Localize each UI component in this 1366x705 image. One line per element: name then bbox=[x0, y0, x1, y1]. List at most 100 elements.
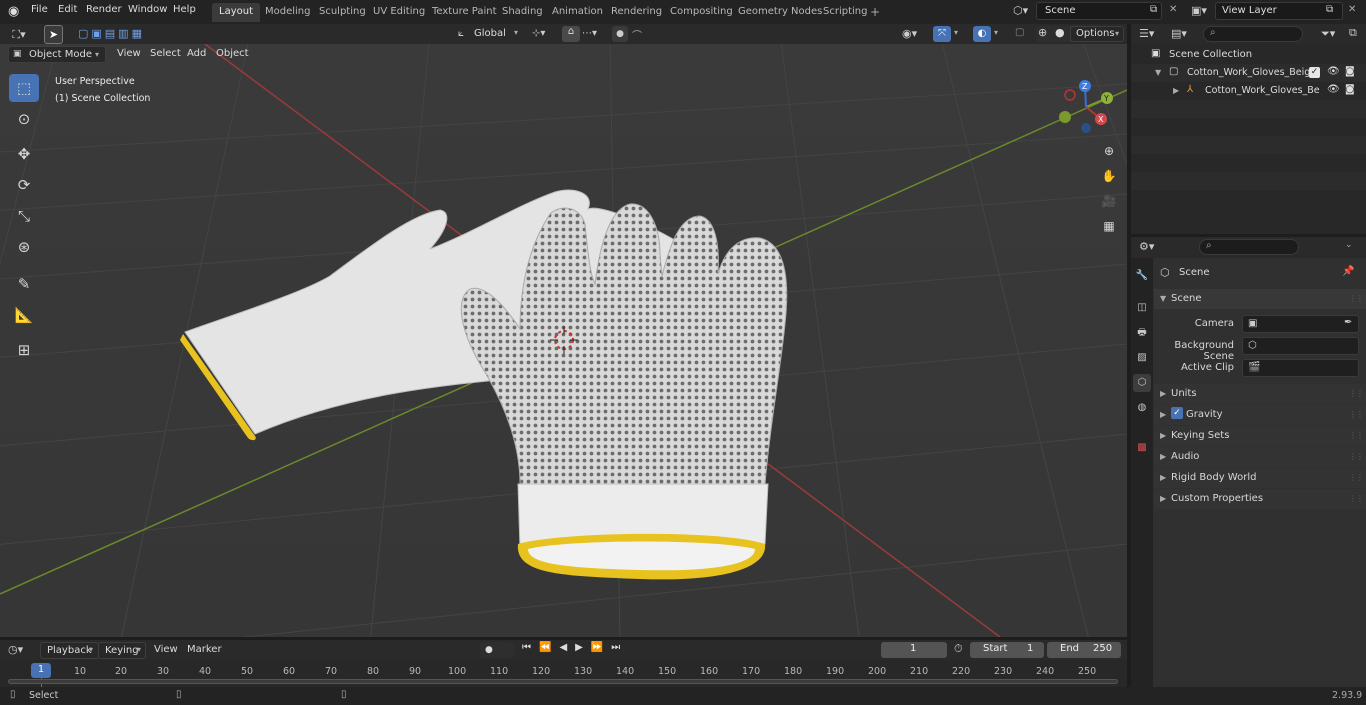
blender-logo-icon[interactable]: ◉ bbox=[8, 4, 24, 20]
selection-mode-icons[interactable]: ▢▣▤▥▦ bbox=[78, 27, 145, 40]
snap-target-icon[interactable]: ⋯▾ bbox=[582, 28, 597, 39]
tab-texture-paint[interactable]: Texture Paint bbox=[425, 3, 504, 22]
tab-modeling[interactable]: Modeling bbox=[258, 3, 318, 22]
display-mode-icon[interactable]: ▤▾ bbox=[1171, 27, 1187, 40]
menu-add[interactable]: Add bbox=[181, 46, 212, 63]
auto-keying-icon[interactable]: ● bbox=[480, 642, 514, 658]
outliner-root-row[interactable]: ▣ Scene Collection bbox=[1131, 46, 1366, 64]
cursor-tool-icon[interactable]: ⊙ bbox=[9, 105, 39, 133]
chevron-down-icon[interactable]: ⌄ bbox=[1345, 240, 1353, 250]
measure-tool-icon[interactable]: 📐 bbox=[9, 301, 39, 329]
scene-tab-icon[interactable]: ⬡ bbox=[1133, 374, 1151, 392]
editor-type-icon[interactable]: ⛶▾ bbox=[4, 26, 34, 43]
stopwatch-icon[interactable]: ⏱ bbox=[954, 642, 963, 656]
select-box-tool-icon[interactable]: ⬚ bbox=[9, 74, 39, 102]
start-frame-field[interactable]: Start 1 bbox=[970, 642, 1044, 658]
eye-icon[interactable]: 👁 bbox=[1327, 66, 1340, 77]
properties-search-input[interactable]: ⌕ bbox=[1199, 239, 1299, 255]
outliner-editor-icon[interactable]: ☰▾ bbox=[1139, 27, 1154, 40]
camera-render-icon[interactable]: ◙ bbox=[1345, 66, 1355, 77]
expand-arrow-icon[interactable]: ▶ bbox=[1160, 410, 1166, 419]
filter-icon[interactable]: ⏷▾ bbox=[1321, 27, 1335, 41]
end-frame-field[interactable]: End 250 bbox=[1047, 642, 1121, 658]
timeline-editor-icon[interactable]: ◷▾ bbox=[8, 643, 23, 656]
active-clip-field[interactable]: 🎬 bbox=[1242, 359, 1359, 377]
playback-controls[interactable]: ⏮⏪◀▶⏩⏭ bbox=[522, 642, 628, 653]
tab-layout[interactable]: Layout bbox=[212, 3, 260, 22]
scene-name-field[interactable]: Scene bbox=[1036, 2, 1162, 20]
drag-handle-icon[interactable]: ⋮⋮⋮ bbox=[1349, 410, 1366, 419]
view-layer-field[interactable]: View Layer bbox=[1215, 2, 1343, 20]
visibility-icon[interactable]: ◉▾ bbox=[902, 27, 917, 40]
camera-field[interactable]: ▣ ✒ bbox=[1242, 315, 1359, 333]
new-collection-icon[interactable]: ⧉ bbox=[1349, 26, 1357, 40]
gizmo-chevron-icon[interactable]: ▾ bbox=[954, 28, 958, 37]
properties-editor-icon[interactable]: ⚙▾ bbox=[1139, 240, 1154, 253]
drag-handle-icon[interactable]: ⋮⋮⋮ bbox=[1349, 452, 1366, 461]
outliner-search-input[interactable]: ⌕ bbox=[1203, 26, 1303, 42]
tab-scripting[interactable]: Scripting bbox=[816, 3, 874, 22]
menu-file[interactable]: File bbox=[31, 4, 48, 15]
timeline-view-menu[interactable]: View bbox=[148, 642, 184, 659]
drag-handle-icon[interactable]: ⋮⋮⋮ bbox=[1349, 294, 1366, 303]
object-mode-dropdown[interactable]: ▣ Object Mode ▾ bbox=[8, 46, 106, 63]
pin-icon[interactable]: 📌 bbox=[1342, 266, 1354, 277]
menu-object[interactable]: Object bbox=[210, 46, 255, 63]
menu-view[interactable]: View bbox=[111, 46, 147, 63]
snap-icon[interactable]: ⌂ bbox=[562, 26, 580, 42]
tab-rendering[interactable]: Rendering bbox=[604, 3, 669, 22]
falloff-icon[interactable]: ⌒ bbox=[632, 27, 642, 42]
tool-tab-icon[interactable]: 🔧 bbox=[1133, 267, 1151, 285]
new-scene-icon[interactable]: ⧉ bbox=[1150, 4, 1157, 15]
move-tool-icon[interactable]: ✥ bbox=[9, 140, 39, 168]
options-dropdown[interactable]: Options ▾ bbox=[1070, 26, 1124, 42]
playhead[interactable]: 1 bbox=[31, 663, 51, 678]
gizmo-toggle-icon[interactable]: ⤧ bbox=[933, 26, 951, 42]
expand-arrow-icon[interactable]: ▶ bbox=[1160, 431, 1166, 440]
overlays-chevron-icon[interactable]: ▾ bbox=[994, 28, 998, 37]
navigation-gizmo[interactable]: Y X Z bbox=[1055, 74, 1121, 140]
expand-arrow-icon[interactable]: ▶ bbox=[1160, 494, 1166, 503]
add-cube-tool-icon[interactable]: ⊞ bbox=[9, 336, 39, 364]
view-layer-icon[interactable]: ▣▾ bbox=[1191, 4, 1207, 17]
annotate-tool-icon[interactable]: ✎ bbox=[9, 270, 39, 298]
timeline-marker-menu[interactable]: Marker bbox=[181, 642, 228, 659]
add-workspace-icon[interactable]: + bbox=[870, 5, 880, 19]
pivot-point-icon[interactable]: ⊹▾ bbox=[532, 28, 545, 39]
exclude-checkbox[interactable]: ✓ bbox=[1309, 67, 1320, 78]
perspective-toggle-icon[interactable]: ▦ bbox=[1098, 215, 1120, 237]
expand-arrow-icon[interactable]: ▼ bbox=[1155, 68, 1161, 77]
eye-icon[interactable]: 👁 bbox=[1327, 84, 1340, 95]
camera-render-icon[interactable]: ◙ bbox=[1345, 84, 1355, 95]
drag-handle-icon[interactable]: ⋮⋮⋮ bbox=[1349, 389, 1366, 398]
solid-shading-icon[interactable]: ● bbox=[1055, 26, 1065, 39]
3d-viewport[interactable]: User Perspective (1) Scene Collection Y … bbox=[0, 44, 1127, 637]
outliner-item-collection[interactable]: ▼ ▢ Cotton_Work_Gloves_Beige ✓ 👁 ◙ bbox=[1131, 64, 1366, 82]
wireframe-shading-icon[interactable]: ⊕ bbox=[1038, 26, 1047, 39]
output-tab-icon[interactable]: 🖶 bbox=[1133, 324, 1151, 342]
world-tab-icon[interactable]: ◍ bbox=[1133, 399, 1151, 417]
background-scene-field[interactable]: ⬡ bbox=[1242, 337, 1359, 355]
tab-animation[interactable]: Animation bbox=[545, 3, 610, 22]
expand-arrow-icon[interactable]: ▶ bbox=[1160, 452, 1166, 461]
tab-geometry-nodes[interactable]: Geometry Nodes bbox=[731, 3, 829, 22]
proportional-edit-icon[interactable]: ● bbox=[612, 26, 628, 42]
new-view-layer-icon[interactable]: ⧉ bbox=[1326, 4, 1333, 15]
scale-tool-icon[interactable]: ⤡ bbox=[9, 202, 39, 230]
camera-view-icon[interactable]: 🎥 bbox=[1098, 190, 1120, 212]
zoom-icon[interactable]: ⊕ bbox=[1098, 140, 1120, 162]
texture-tab-icon[interactable]: ▩ bbox=[1133, 439, 1151, 457]
eyedropper-icon[interactable]: ✒ bbox=[1344, 317, 1352, 328]
pan-hand-icon[interactable]: ✋ bbox=[1098, 165, 1120, 187]
overlays-icon[interactable]: ◐ bbox=[973, 26, 991, 42]
tab-compositing[interactable]: Compositing bbox=[663, 3, 740, 22]
select-tool-icon[interactable]: ➤ bbox=[44, 25, 63, 44]
gravity-checkbox[interactable]: ✓ bbox=[1171, 407, 1183, 419]
xray-icon[interactable]: ▢ bbox=[1015, 27, 1024, 38]
drag-handle-icon[interactable]: ⋮⋮⋮ bbox=[1349, 494, 1366, 503]
current-frame-field[interactable]: 1 bbox=[881, 642, 947, 658]
render-tab-icon[interactable]: ◫ bbox=[1133, 299, 1151, 317]
drag-handle-icon[interactable]: ⋮⋮⋮ bbox=[1349, 431, 1366, 440]
timeline-scrollbar[interactable] bbox=[8, 679, 1118, 684]
menu-render[interactable]: Render bbox=[86, 4, 122, 15]
